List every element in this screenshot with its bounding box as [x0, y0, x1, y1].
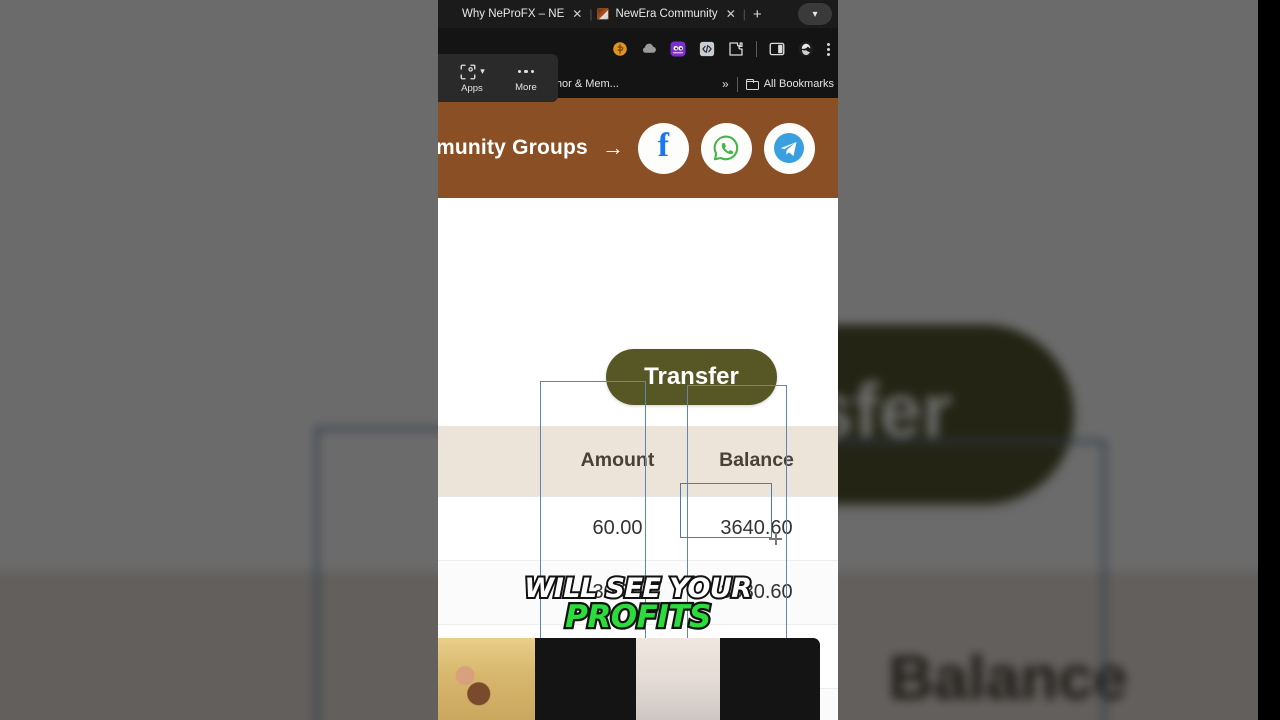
side-panel-icon[interactable]	[768, 40, 786, 58]
facebook-link[interactable]: f	[637, 122, 689, 174]
cell-balance[interactable]: 3640.60	[675, 496, 838, 561]
cloud-extension-icon[interactable]	[640, 40, 658, 58]
toolbar-divider	[756, 41, 757, 57]
telegram-icon	[774, 133, 805, 163]
photo-room-thumbnail	[636, 638, 720, 720]
tab-favicon-icon	[444, 8, 456, 20]
more-label: More	[515, 81, 537, 93]
bookmarks-overflow-icon[interactable]: »	[722, 77, 729, 91]
foreground-capture: Why NeProFX – NE ✕ | NewEra Community ✕ …	[438, 0, 838, 720]
column-header-blank[interactable]	[438, 426, 560, 497]
community-groups-banner: munity Groups → f	[438, 98, 838, 198]
tab-why-neprofx[interactable]: Why NeProFX – NE ✕	[440, 1, 588, 27]
video-caption: WILL SEE YOUR PROFITS	[438, 573, 838, 636]
black-filler	[720, 638, 820, 720]
all-bookmarks-label: All Bookmarks	[763, 78, 834, 90]
toolbar-extension-icons	[611, 28, 834, 70]
new-tab-button[interactable]: +	[747, 6, 768, 23]
right-black-bar	[1258, 0, 1280, 720]
apps-grid-icon	[460, 64, 476, 79]
whatsapp-link[interactable]	[700, 122, 752, 174]
apps-label: Apps	[461, 82, 483, 94]
close-icon[interactable]: ✕	[570, 7, 584, 21]
all-bookmarks-button[interactable]: All Bookmarks	[745, 78, 834, 90]
chevron-down-icon[interactable]: ▾	[798, 3, 832, 25]
more-button[interactable]: More	[515, 64, 537, 93]
cell-amount[interactable]: 60.00	[560, 496, 675, 561]
photo-couple-thumbnail	[438, 638, 535, 720]
code-extension-icon[interactable]	[698, 40, 716, 58]
puzzle-extensions-icon[interactable]	[727, 40, 745, 58]
browser-toolbar: ▾ Apps More	[438, 28, 838, 102]
table-row[interactable]: 60.00 3640.60	[438, 496, 838, 561]
tab-title: NewEra Community	[615, 8, 718, 20]
cell-blank[interactable]	[438, 496, 560, 561]
more-dots-icon	[517, 64, 535, 80]
apps-row: ▾	[459, 63, 485, 81]
arrow-right-icon: →	[601, 135, 624, 160]
page-content: Transfer Amount Balance 60.00 3640.60 30…	[438, 198, 838, 720]
black-filler	[535, 638, 636, 720]
column-header-amount[interactable]: Amount	[560, 426, 675, 497]
ghost-extension-icon[interactable]	[669, 40, 687, 58]
coin-extension-icon[interactable]	[611, 40, 629, 58]
profile-avatar-icon[interactable]	[797, 40, 815, 58]
close-icon[interactable]: ✕	[724, 7, 738, 21]
tab-newera-community[interactable]: NewEra Community ✕	[593, 1, 741, 27]
newera-favicon-icon	[597, 8, 610, 20]
tab-strip: Why NeProFX – NE ✕ | NewEra Community ✕ …	[438, 0, 838, 28]
column-header-balance[interactable]: Balance	[675, 426, 838, 497]
apps-button[interactable]: ▾ Apps	[459, 63, 485, 94]
caption-line-2: PROFITS	[563, 599, 714, 636]
chevron-down-icon[interactable]: ▾	[480, 66, 485, 77]
facebook-icon: f	[657, 127, 670, 164]
table-header-row: Amount Balance	[438, 426, 838, 497]
screenshot-stage: Why NeProFX – NE✕ | NewEra Community✕ |+…	[0, 0, 1280, 720]
table-head: Amount Balance	[438, 426, 838, 497]
folder-icon	[745, 78, 759, 90]
whatsapp-icon	[714, 135, 739, 161]
captured-page: Why NeProFX – NE ✕ | NewEra Community ✕ …	[438, 0, 838, 720]
telegram-link[interactable]	[763, 122, 815, 174]
tab-title: Why NeProFX – NE	[462, 8, 565, 20]
apps-more-panel[interactable]: ▾ Apps More	[438, 54, 558, 102]
bookmarks-divider	[736, 76, 738, 92]
chrome-menu-icon[interactable]	[826, 42, 830, 56]
selection-fill-handle[interactable]	[769, 532, 782, 545]
banner-title: munity Groups	[438, 136, 588, 159]
browser-chrome: Why NeProFX – NE ✕ | NewEra Community ✕ …	[438, 0, 838, 102]
media-thumbnail-strip	[438, 638, 838, 720]
transfer-button[interactable]: Transfer	[606, 349, 777, 405]
